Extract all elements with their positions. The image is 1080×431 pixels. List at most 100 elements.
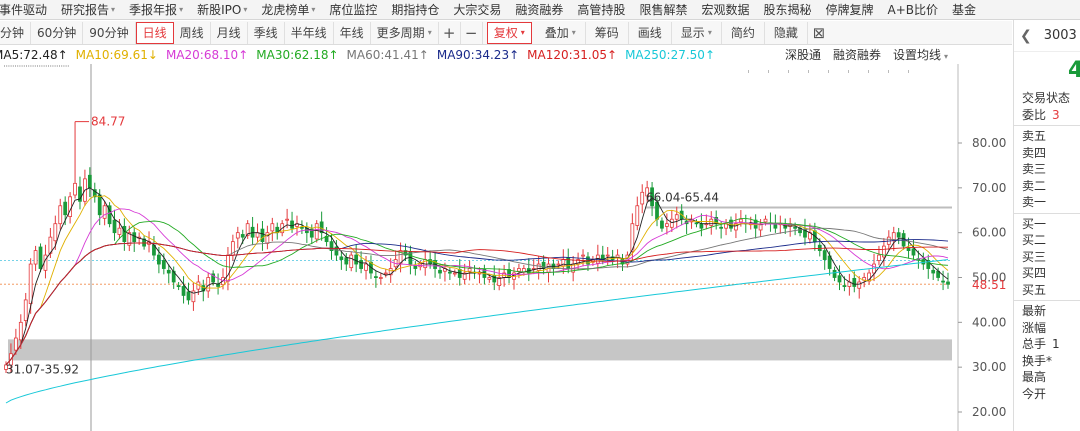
candle-body [339,256,344,260]
candle-body [556,263,561,266]
candle [378,272,383,285]
candle-body [793,226,797,229]
kline-chart[interactable]: 80.00 70.00 60.00 50.00 40.00 30.00 20.00 48.51… [0,64,1012,431]
candle-body [383,272,388,275]
period-button[interactable]: 90分钟 [83,21,136,44]
chart-link[interactable]: 设置均线 ▾ [893,46,948,66]
candle [724,218,728,236]
candle [536,255,541,280]
nav-item[interactable]: 基金 [945,0,983,19]
event-marker [48,65,49,67]
period-button[interactable]: 60分钟 [31,21,84,44]
candle-body [709,218,714,226]
candle-body [157,254,161,265]
quote-label: 买四 [1022,266,1047,280]
nav-item[interactable]: 宏观数据 [694,0,756,19]
kline-svg[interactable]: 80.0070.0060.0050.0040.0030.0020.0048.51… [0,64,1012,431]
candle-body [837,275,842,283]
zoom-in-button[interactable]: + [439,21,461,44]
candle-body [674,214,679,220]
quote-row: 最高 [1014,369,1080,386]
y-tick-label: 30.00 [972,360,1006,374]
quote-header: ❮ 3003 [1014,20,1080,52]
chevron-left-icon[interactable]: ❮ [1020,28,1032,44]
candle [447,267,452,280]
nav-item[interactable]: 股东揭秘 [756,0,818,19]
candle-body [719,226,724,229]
minus-icon: − [464,23,478,42]
candle [526,258,531,282]
candle-body [112,219,117,234]
tool-button[interactable]: 简约 [722,21,765,44]
candle-body [23,299,28,321]
candle-body [18,321,23,341]
period-button[interactable]: 更多周期 ▾ [371,21,439,44]
tool-button[interactable]: 筹码 [586,21,629,44]
period-button[interactable]: 半年线 [285,21,334,44]
quote-panel: ❮ 3003 4 交易状态 委比 3 卖五 卖四 卖三 卖二 卖一 买一 买二 买三 买四 买五 最新 涨幅… [1013,20,1080,431]
zoom-out-button[interactable]: − [461,21,483,44]
nav-item[interactable]: 研究报告 ▾ [54,0,122,19]
candle [891,226,896,252]
period-button[interactable]: 季线 [248,21,285,44]
nav-item[interactable]: 新股IPO ▾ [190,0,254,19]
event-marker [15,65,16,67]
period-button[interactable]: 月线 [211,21,248,44]
nav-item[interactable]: 期指持仓 [384,0,446,19]
nav-item[interactable]: 事件驱动 [0,0,54,19]
fuquan-dropdown[interactable]: 复权 ▾ [486,21,532,44]
candle [191,282,196,311]
candle [886,230,891,251]
candle-body [260,228,265,243]
candle [78,176,82,210]
tool-button[interactable]: 显示 ▾ [672,21,722,44]
nav-item[interactable]: 席位监控 [322,0,384,19]
event-marker [17,65,19,67]
quote-row: 卖四 [1014,145,1080,162]
nav-item[interactable]: 季报年报 ▾ [122,0,190,19]
chevron-down-icon: ▾ [311,4,316,14]
nav-item[interactable]: A+B比价 [881,0,946,19]
candle-body [181,286,186,296]
quote-label: 换手* [1022,353,1053,368]
ma-legend: MA5:72.48↑MA10:69.61↓MA20:68.10↑MA30:62.… [0,46,1012,64]
period-button[interactable]: 分钟 [0,21,32,44]
candle [349,251,354,272]
tool-button[interactable]: 隐藏 [765,21,808,44]
candle [112,209,117,241]
arrow-down-icon: ↓ [147,48,158,62]
nav-item[interactable]: 龙虎榜单 ▾ [254,0,322,19]
period-label: 90分钟 [89,25,129,40]
candle [304,222,309,243]
chart-link[interactable]: 深股通 [785,46,821,66]
nav-item-label: 新股IPO [197,2,242,17]
nav-item[interactable]: 高管持股 [570,0,632,19]
event-marker [768,70,769,73]
candle [847,273,852,296]
period-label: 60分钟 [37,25,77,40]
chevron-down-icon: ▾ [243,4,248,14]
event-marker [23,65,25,67]
close-chart-button[interactable]: ⊠ [808,22,830,44]
tool-button[interactable]: 画线 [629,21,672,44]
chart-link[interactable]: 融资融券 [833,46,881,66]
nav-item[interactable]: 限售解禁 [632,0,694,19]
nav-item[interactable]: 大宗交易 [446,0,508,19]
ma-label: MA20:68.10 [165,48,239,62]
period-button[interactable]: 周线 [174,21,211,44]
plus-icon: + [442,23,456,42]
divider [1014,212,1080,214]
event-marker [908,70,909,73]
candle [911,239,916,260]
nav-item[interactable]: 融资融券 [508,0,570,19]
candle-body [413,265,418,269]
nav-item-label: 季报年报 [129,2,178,17]
period-button[interactable]: 日线 [135,21,174,44]
candle-body [822,250,827,260]
nav-item[interactable]: 停牌复牌 [818,0,880,19]
tool-button[interactable]: 叠加 ▾ [536,21,586,44]
period-button[interactable]: 年线 [334,21,371,44]
quote-row: 最新 [1014,303,1080,320]
ma-value: MA60:41.41↑ [347,48,429,62]
current-price-label: 48.51 [972,278,1006,292]
